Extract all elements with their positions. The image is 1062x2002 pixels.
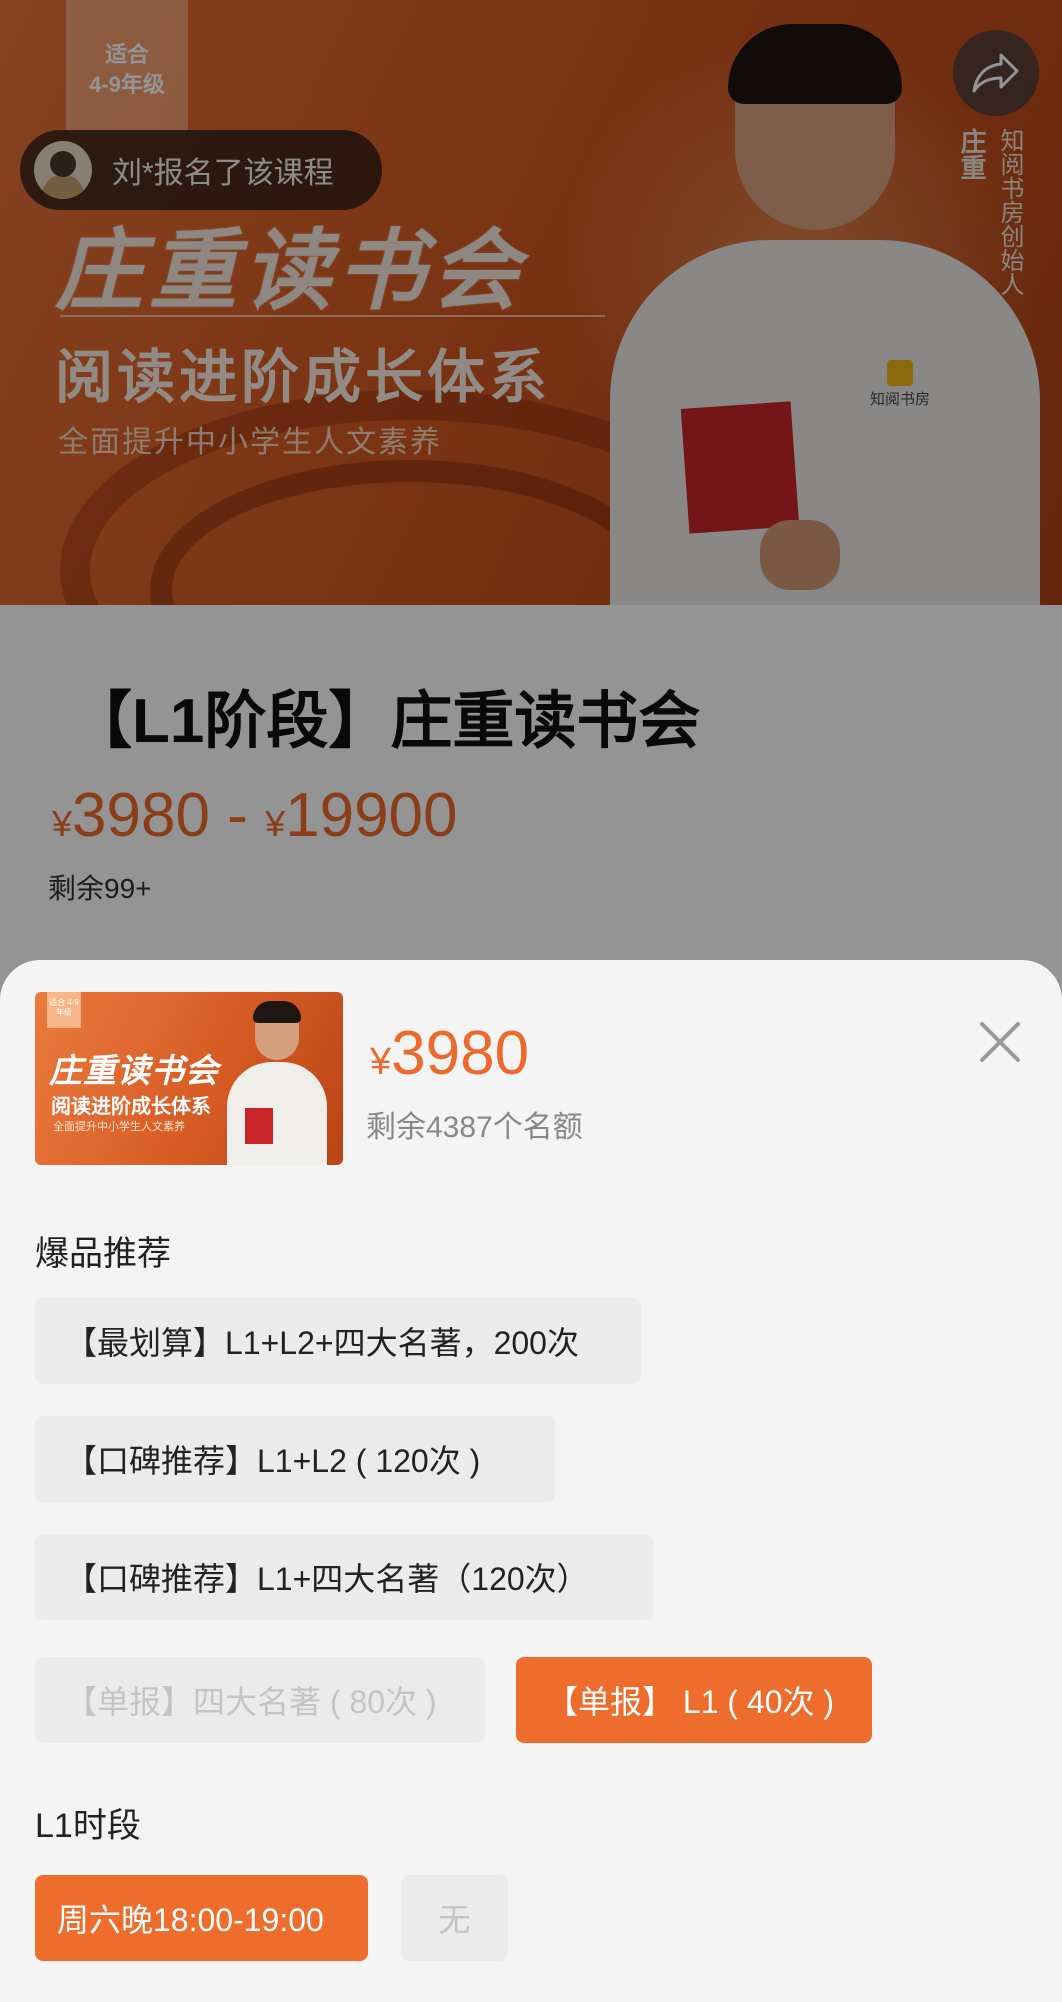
sku-selector-sheet: 适合 4-9年级 庄重读书会 阅读进阶成长体系 全面提升中小学生人文素养 ¥39…	[0, 960, 1062, 2002]
time-slot-saturday[interactable]: 周六晚18:00-19:00	[35, 1875, 368, 1961]
close-icon	[980, 1022, 1020, 1062]
option-best-value[interactable]: 【最划算】L1+L2+四大名著，200次	[35, 1298, 641, 1384]
thumb-tagline: 全面提升中小学生人文素养	[53, 1121, 185, 1133]
thumb-title: 庄重读书会	[49, 1052, 219, 1089]
option-classics-only[interactable]: 【单报】四大名著 ( 80次 )	[35, 1657, 485, 1743]
quota-remaining: 剩余4387个名额	[366, 1111, 583, 1144]
close-button[interactable]	[970, 1012, 1030, 1072]
thumb-age-tag: 适合 4-9年级	[47, 992, 81, 1028]
selected-price: ¥3980	[370, 1019, 530, 1088]
time-slot-none[interactable]: 无	[401, 1875, 508, 1961]
section-label-time-slot: L1时段	[35, 1807, 141, 1845]
section-label-recommended: 爆品推荐	[35, 1235, 171, 1273]
option-l1-l2[interactable]: 【口碑推荐】L1+L2 ( 120次 )	[35, 1416, 555, 1502]
option-l1-classics[interactable]: 【口碑推荐】L1+四大名著（120次）	[35, 1534, 653, 1620]
thumb-subtitle: 阅读进阶成长体系	[51, 1096, 211, 1118]
product-thumbnail: 适合 4-9年级 庄重读书会 阅读进阶成长体系 全面提升中小学生人文素养	[35, 992, 343, 1165]
option-l1-only[interactable]: 【单报】 L1 ( 40次 )	[516, 1657, 872, 1743]
